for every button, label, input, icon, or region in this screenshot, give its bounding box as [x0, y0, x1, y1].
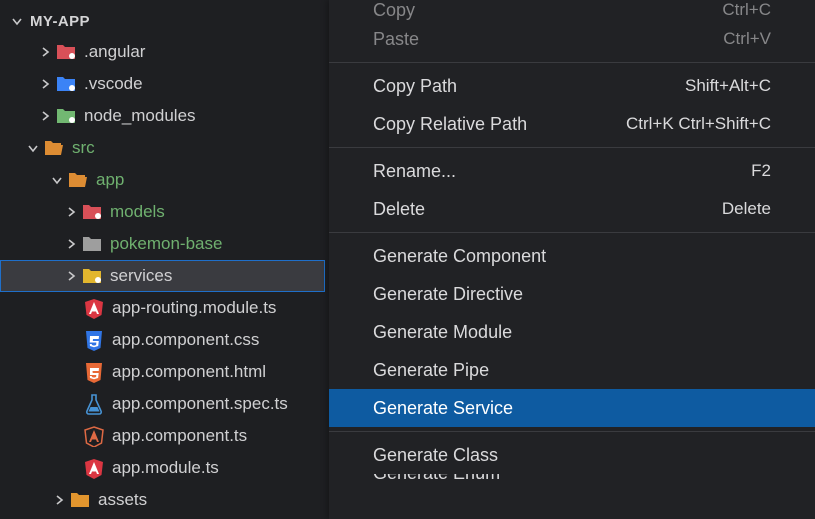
tree-file-app-module[interactable]: app.module.ts	[0, 452, 325, 484]
chevron-right-icon	[36, 75, 54, 93]
tree-label: .vscode	[84, 74, 143, 94]
folder-icon	[68, 488, 92, 512]
menu-label: Generate Pipe	[373, 360, 489, 381]
menu-copy-relative-path[interactable]: Copy Relative Path Ctrl+K Ctrl+Shift+C	[329, 105, 815, 143]
tree-folder-services[interactable]: services	[0, 260, 325, 292]
menu-generate-enum[interactable]: Generate Enum	[329, 474, 815, 484]
menu-separator	[329, 147, 815, 148]
angular-outline-icon	[82, 424, 106, 448]
menu-copy-path[interactable]: Copy Path Shift+Alt+C	[329, 67, 815, 105]
menu-generate-service[interactable]: Generate Service	[329, 389, 815, 427]
tree-label: pokemon-base	[110, 234, 222, 254]
menu-generate-component[interactable]: Generate Component	[329, 237, 815, 275]
tree-label: app-routing.module.ts	[112, 298, 276, 318]
tree-folder-pokemon-base[interactable]: pokemon-base	[0, 228, 325, 260]
folder-icon	[54, 72, 78, 96]
folder-open-icon	[66, 168, 90, 192]
css-icon	[82, 328, 106, 352]
menu-label: Generate Module	[373, 322, 512, 343]
tree-label: app.component.spec.ts	[112, 394, 288, 414]
tree-file-spec[interactable]: app.component.spec.ts	[0, 388, 325, 420]
tree-label: node_modules	[84, 106, 196, 126]
tree-label: app.module.ts	[112, 458, 219, 478]
menu-delete[interactable]: Delete Delete	[329, 190, 815, 228]
chevron-down-icon	[24, 139, 42, 157]
menu-separator	[329, 431, 815, 432]
menu-shortcut: Delete	[722, 199, 771, 219]
menu-shortcut: F2	[751, 161, 771, 181]
tree-folder-app[interactable]: app	[0, 164, 325, 196]
menu-paste[interactable]: Paste Ctrl+V	[329, 20, 815, 58]
menu-label: Generate Directive	[373, 284, 523, 305]
tree-label: app.component.html	[112, 362, 266, 382]
menu-separator	[329, 232, 815, 233]
tree-folder-angular[interactable]: .angular	[0, 36, 325, 68]
menu-shortcut: Shift+Alt+C	[685, 76, 771, 96]
tree-file-css[interactable]: app.component.css	[0, 324, 325, 356]
flask-icon	[82, 392, 106, 416]
menu-generate-class[interactable]: Generate Class	[329, 436, 815, 474]
menu-generate-pipe[interactable]: Generate Pipe	[329, 351, 815, 389]
chevron-right-icon	[62, 235, 80, 253]
menu-separator	[329, 62, 815, 63]
folder-icon	[54, 104, 78, 128]
tree-label: models	[110, 202, 165, 222]
folder-icon	[54, 40, 78, 64]
file-explorer: MY-APP .angular .vscode node_modules src…	[0, 0, 325, 519]
tree-folder-models[interactable]: models	[0, 196, 325, 228]
menu-generate-module[interactable]: Generate Module	[329, 313, 815, 351]
chevron-right-icon	[36, 43, 54, 61]
folder-icon	[80, 264, 104, 288]
folder-icon	[80, 232, 104, 256]
html-icon	[82, 360, 106, 384]
menu-shortcut: Ctrl+V	[723, 29, 771, 49]
folder-icon	[80, 200, 104, 224]
tree-folder-vscode[interactable]: .vscode	[0, 68, 325, 100]
menu-label: Copy	[373, 0, 415, 21]
menu-generate-directive[interactable]: Generate Directive	[329, 275, 815, 313]
menu-label: Generate Enum	[373, 474, 500, 484]
project-title: MY-APP	[30, 13, 90, 30]
menu-rename[interactable]: Rename... F2	[329, 152, 815, 190]
angular-icon	[82, 296, 106, 320]
chevron-right-icon	[50, 491, 68, 509]
tree-label: assets	[98, 490, 147, 510]
menu-label: Generate Component	[373, 246, 546, 267]
chevron-right-icon	[62, 203, 80, 221]
tree-file-html[interactable]: app.component.html	[0, 356, 325, 388]
menu-label: Paste	[373, 29, 419, 50]
menu-label: Delete	[373, 199, 425, 220]
tree-label: src	[72, 138, 95, 158]
context-menu: Copy Ctrl+C Paste Ctrl+V Copy Path Shift…	[329, 0, 815, 519]
tree-label: app.component.css	[112, 330, 259, 350]
chevron-down-icon	[8, 12, 26, 30]
menu-label: Generate Class	[373, 445, 498, 466]
angular-icon	[82, 456, 106, 480]
menu-label: Generate Service	[373, 398, 513, 419]
tree-folder-src[interactable]: src	[0, 132, 325, 164]
tree-label: app.component.ts	[112, 426, 247, 446]
tree-label: .angular	[84, 42, 145, 62]
tree-file-routing[interactable]: app-routing.module.ts	[0, 292, 325, 324]
tree-label: app	[96, 170, 124, 190]
tree-file-component-ts[interactable]: app.component.ts	[0, 420, 325, 452]
chevron-down-icon	[48, 171, 66, 189]
menu-label: Rename...	[373, 161, 456, 182]
menu-label: Copy Path	[373, 76, 457, 97]
folder-open-icon	[42, 136, 66, 160]
menu-shortcut: Ctrl+K Ctrl+Shift+C	[626, 114, 771, 134]
menu-copy[interactable]: Copy Ctrl+C	[329, 0, 815, 20]
tree-folder-node-modules[interactable]: node_modules	[0, 100, 325, 132]
tree-folder-assets[interactable]: assets	[0, 484, 325, 516]
menu-shortcut: Ctrl+C	[722, 0, 771, 20]
tree-label: services	[110, 266, 172, 286]
chevron-right-icon	[36, 107, 54, 125]
chevron-right-icon	[62, 267, 80, 285]
project-header[interactable]: MY-APP	[0, 8, 325, 36]
menu-label: Copy Relative Path	[373, 114, 527, 135]
